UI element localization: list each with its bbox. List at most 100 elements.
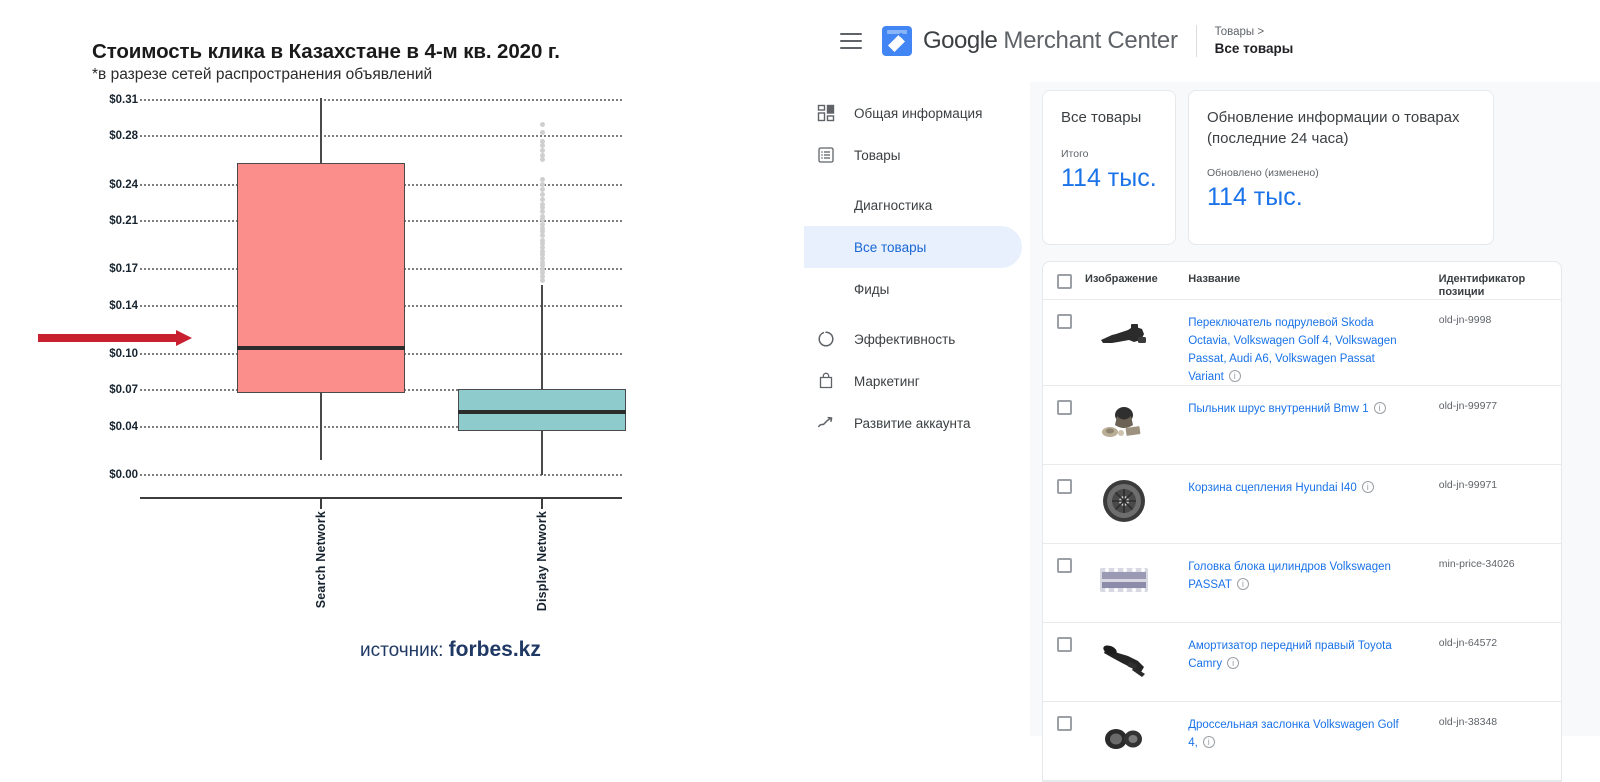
sidebar-item-2[interactable]: Товары	[804, 134, 1022, 176]
select-all-cell	[1043, 273, 1085, 289]
table-header-row: Изображение Название Идентификатор позиц…	[1043, 262, 1561, 300]
card-all-products: Все товары Итого 114 тыс.	[1042, 90, 1176, 245]
product-name-link[interactable]: Корзина сцепления Hyundai I40	[1188, 482, 1357, 494]
app-header: Google Merchant Center Товары > Все това…	[800, 0, 1600, 82]
product-name-link[interactable]: Дроссельная заслонка Volkswagen Golf 4,	[1188, 719, 1399, 749]
row-checkbox[interactable]	[1056, 558, 1072, 573]
marketing-bag-icon	[816, 371, 836, 391]
info-icon[interactable]: i	[1373, 402, 1386, 414]
column-header-info-spacer	[1406, 273, 1439, 274]
cv-joint-boot-kit-thumbnail	[1097, 399, 1151, 445]
sidebar-item-6[interactable]: Эффективность	[804, 318, 1022, 360]
brand: Google Merchant Center	[923, 27, 1178, 55]
sidebar-item-label: Эффективность	[854, 331, 956, 347]
x-axis-tick	[319, 499, 322, 509]
y-axis-tick-label: $0.28	[109, 130, 138, 143]
table-row[interactable]: Дроссельная заслонка Volkswagen Golf 4, i…	[1043, 702, 1561, 781]
row-select-cell	[1043, 636, 1085, 652]
product-id: old-jn-38348	[1438, 716, 1498, 728]
card-value: 114 тыс.	[1061, 164, 1157, 192]
chart-subtitle: *в разрезе сетей распространения объявле…	[92, 66, 433, 83]
table-row[interactable]: Переключатель подрулевой Skoda Octavia, …	[1043, 300, 1561, 386]
arrow-shaft	[38, 334, 180, 342]
row-checkbox[interactable]	[1056, 400, 1072, 415]
row-info-spacer	[1406, 715, 1438, 716]
row-checkbox[interactable]	[1056, 479, 1072, 494]
hamburger-icon[interactable]	[840, 33, 862, 49]
product-image-cell	[1085, 636, 1188, 682]
table-row[interactable]: Корзина сцепления Hyundai I40 i old-jn-999…	[1043, 465, 1561, 544]
column-header-id[interactable]: Идентификатор позиции	[1439, 273, 1561, 299]
x-axis-line	[140, 497, 622, 499]
sidebar-item-8[interactable]: Развитие аккаунта	[804, 402, 1022, 444]
table-row[interactable]: Головка блока цилиндров Volkswagen PASSA…	[1043, 544, 1561, 623]
product-name-link[interactable]: Головка блока цилиндров Volkswagen PASSA…	[1188, 561, 1391, 591]
main-content: Все товары Итого 114 тыс. Обновление инф…	[1030, 82, 1600, 782]
row-select-cell	[1043, 313, 1085, 329]
header-divider	[1195, 25, 1197, 57]
product-name-link[interactable]: Пыльник шрус внутренний Bmw 1	[1188, 403, 1368, 415]
info-icon[interactable]: i	[1361, 481, 1374, 493]
y-axis-tick-label: $0.07	[109, 384, 138, 397]
card-value: 114 тыс.	[1207, 183, 1303, 211]
outlier-point	[539, 156, 545, 162]
row-select-cell	[1043, 399, 1085, 415]
sidebar-item-1[interactable]: Общая информация	[804, 92, 1022, 134]
y-axis-tick-label: $0.31	[109, 94, 138, 106]
row-select-cell	[1043, 557, 1085, 573]
info-icon[interactable]: i	[1228, 370, 1241, 382]
product-name-link[interactable]: Амортизатор передний правый Toyota Camry	[1188, 640, 1392, 670]
y-axis-tick-label: $0.24	[109, 178, 138, 191]
table-body: Переключатель подрулевой Skoda Octavia, …	[1043, 300, 1561, 781]
row-checkbox[interactable]	[1056, 314, 1072, 329]
products-list-icon	[816, 145, 836, 165]
chart-title: Стоимость клика в Казахстане в 4-м кв. 2…	[92, 40, 560, 63]
row-checkbox[interactable]	[1056, 716, 1072, 731]
sidebar-item-label: Общая информация	[854, 105, 983, 121]
product-id: old-jn-9998	[1438, 314, 1492, 326]
sidebar-item-label: Все товары	[854, 239, 927, 255]
column-header-name[interactable]: Название	[1188, 273, 1406, 286]
table-row[interactable]: Амортизатор передний правый Toyota Camry…	[1043, 623, 1561, 702]
sidebar-item-label: Товары	[854, 147, 901, 163]
info-icon[interactable]: i	[1202, 736, 1215, 748]
row-info-spacer	[1406, 636, 1438, 637]
info-icon[interactable]: i	[1236, 578, 1249, 590]
x-axis-label-display-network: Display Network	[535, 511, 550, 612]
cylinder-head-thumbnail	[1097, 557, 1151, 603]
info-icon[interactable]: i	[1227, 657, 1240, 669]
sidebar-item-5[interactable]: Фиды	[804, 268, 1022, 310]
column-header-image[interactable]: Изображение	[1085, 273, 1188, 286]
clutch-pressure-plate-thumbnail	[1097, 478, 1151, 524]
table-row[interactable]: Пыльник шрус внутренний Bmw 1 i old-jn-999…	[1043, 386, 1561, 465]
brand-product-label: Merchant Center	[1003, 27, 1178, 54]
breadcrumb: Товары > Все товары	[1215, 25, 1294, 57]
product-image-cell	[1085, 557, 1188, 603]
y-axis-tick-label: $0.21	[109, 214, 138, 227]
steering-column-switch-thumbnail	[1097, 313, 1151, 359]
dashboard-icon	[816, 103, 836, 123]
outlier-point	[539, 277, 545, 283]
median-line	[236, 346, 405, 350]
sidebar-item-label: Развитие аккаунта	[854, 415, 971, 431]
box-search-network	[236, 162, 405, 393]
gridline	[140, 99, 622, 101]
sidebar-item-3[interactable]: Диагностика	[804, 184, 1022, 226]
source-name: forbes.kz	[448, 638, 541, 661]
product-name-link[interactable]: Переключатель подрулевой Skoda Octavia, …	[1188, 317, 1396, 383]
product-name-cell: Переключатель подрулевой Skoda Octavia, …	[1188, 313, 1406, 385]
row-info-spacer	[1406, 478, 1438, 479]
card-subtitle: Итого	[1061, 148, 1089, 160]
select-all-checkbox[interactable]	[1056, 274, 1072, 289]
breadcrumb-parent[interactable]: Товары >	[1215, 25, 1294, 40]
arrow-head-icon	[176, 330, 192, 346]
y-axis-tick-label: $0.04	[109, 420, 138, 433]
row-checkbox[interactable]	[1056, 637, 1072, 652]
sidebar-item-4[interactable]: Все товары	[804, 226, 1022, 268]
row-select-cell	[1043, 715, 1085, 731]
sidebar-item-label: Диагностика	[854, 197, 933, 213]
card-subtitle: Обновлено (изменено)	[1207, 167, 1319, 179]
x-axis-label-search-network: Search Network	[313, 511, 328, 609]
sidebar-item-7[interactable]: Маркетинг	[804, 360, 1022, 402]
